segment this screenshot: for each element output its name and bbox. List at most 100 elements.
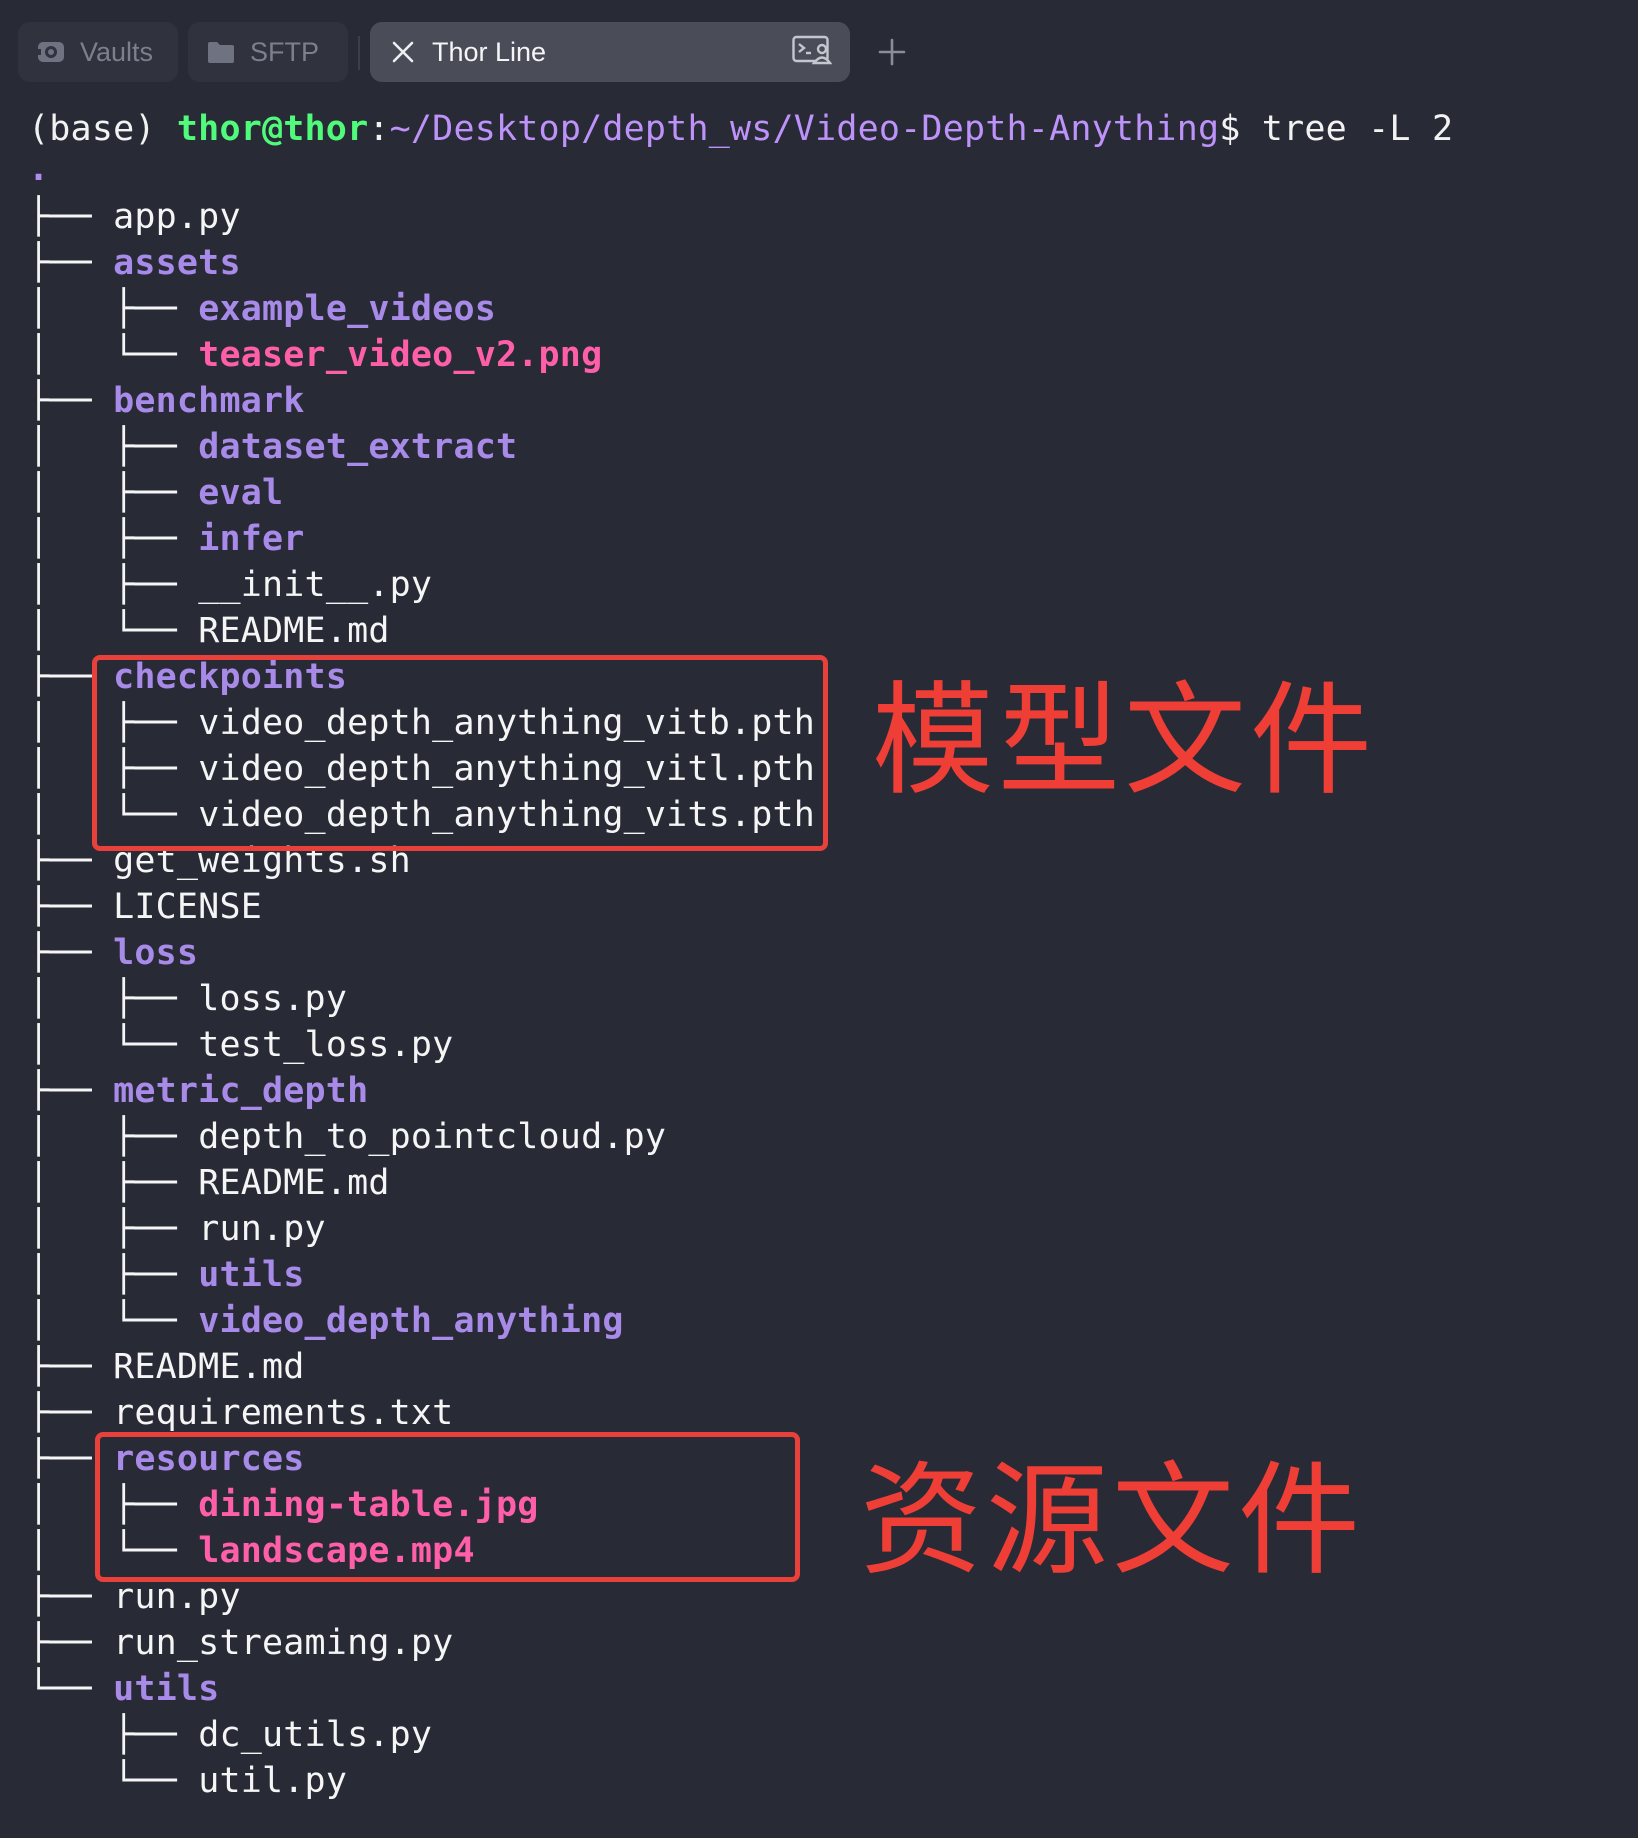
file-name: __init__.py xyxy=(198,565,433,605)
tree-branch: │ ├── xyxy=(28,979,199,1019)
tab-label: SFTP xyxy=(250,36,320,67)
tree-directory-row: ├── benchmark xyxy=(28,378,1638,424)
tree-branch: │ ├── xyxy=(28,289,199,329)
tree-branch: ├── xyxy=(28,887,114,927)
directory-name: infer xyxy=(198,519,305,559)
tree-branch: ├── xyxy=(28,197,114,237)
directory-name: metric_depth xyxy=(113,1071,369,1111)
vault-icon xyxy=(34,35,68,69)
directory-name: dataset_extract xyxy=(198,427,518,467)
tab-label: Vaults xyxy=(80,36,154,67)
prompt-separator: : xyxy=(368,109,390,149)
file-name: run.py xyxy=(198,1209,326,1249)
tab-sftp[interactable]: SFTP xyxy=(188,22,348,82)
tree-file-row: │ ├── __init__.py xyxy=(28,562,1638,608)
annotation-box-resources xyxy=(95,1432,800,1582)
tree-directory-row: │ ├── infer xyxy=(28,516,1638,562)
annotation-box-checkpoints xyxy=(92,655,828,851)
tree-file-row: ├── LICENSE xyxy=(28,884,1638,930)
tree-directory-row: ├── metric_depth xyxy=(28,1068,1638,1114)
prompt-dollar: $ xyxy=(1219,109,1241,149)
tree-branch: │ └── xyxy=(28,611,199,651)
tab-vaults[interactable]: Vaults xyxy=(18,22,178,82)
tab-thor-line[interactable]: Thor Line xyxy=(370,22,850,82)
file-name: teaser_video_v2.png xyxy=(198,335,603,375)
tab-label: Thor Line xyxy=(432,36,547,67)
tree-file-row: │ ├── run.py xyxy=(28,1206,1638,1252)
tree-branch: ├── xyxy=(28,1393,114,1433)
file-name: util.py xyxy=(198,1761,348,1801)
directory-name: example_videos xyxy=(198,289,496,329)
tab-divider xyxy=(358,36,360,70)
tree-file-row: │ └── README.md xyxy=(28,608,1638,654)
tree-directory-row: │ ├── eval xyxy=(28,470,1638,516)
file-name: test_loss.py xyxy=(198,1025,454,1065)
tree-branch: └── xyxy=(28,1761,199,1801)
tree-branch: │ ├── xyxy=(28,565,199,605)
file-name: app.py xyxy=(113,197,241,237)
tree-directory-row: ├── loss xyxy=(28,930,1638,976)
tree-directory-row: ├── assets xyxy=(28,240,1638,286)
tree-branch: ├── xyxy=(28,1715,199,1755)
tree-branch: │ ├── xyxy=(28,519,199,559)
file-name: depth_to_pointcloud.py xyxy=(198,1117,667,1157)
tree-directory-row: │ └── video_depth_anything xyxy=(28,1298,1638,1344)
tree-branch: ├── xyxy=(28,933,114,973)
tree-branch: │ └── xyxy=(28,1301,199,1341)
tree-file-row: │ ├── loss.py xyxy=(28,976,1638,1022)
tree-branch: │ ├── xyxy=(28,1255,199,1295)
annotation-label-resource-files: 资源文件 xyxy=(860,1450,1364,1592)
directory-name: utils xyxy=(113,1669,220,1709)
tree-root: . xyxy=(28,149,50,189)
terminal-user-icon xyxy=(792,34,833,73)
file-name: dc_utils.py xyxy=(198,1715,433,1755)
shell-prompt: (base) thor@thor:~/Desktop/depth_ws/Vide… xyxy=(28,104,1638,154)
directory-name: loss xyxy=(113,933,199,973)
file-name: requirements.txt xyxy=(113,1393,454,1433)
directory-name: video_depth_anything xyxy=(198,1301,624,1341)
conda-env: (base) xyxy=(28,109,177,149)
plus-icon xyxy=(878,38,906,66)
add-tab-button[interactable] xyxy=(872,30,912,74)
tree-file-row: ├── requirements.txt xyxy=(28,1390,1638,1436)
working-directory: ~/Desktop/depth_ws/Video-Depth-Anything xyxy=(389,109,1220,149)
tree-directory-row: │ ├── utils xyxy=(28,1252,1638,1298)
directory-name: utils xyxy=(198,1255,305,1295)
file-name: run_streaming.py xyxy=(113,1623,454,1663)
tree-branch: ├── xyxy=(28,1347,114,1387)
user-host: thor@thor xyxy=(176,109,369,149)
file-name: loss.py xyxy=(198,979,348,1019)
tree-file-row: │ ├── depth_to_pointcloud.py xyxy=(28,1114,1638,1160)
tree-branch: └── xyxy=(28,1669,114,1709)
tree-branch: │ ├── xyxy=(28,1209,199,1249)
tree-file-row: │ └── test_loss.py xyxy=(28,1022,1638,1068)
tree-branch: ├── xyxy=(28,381,114,421)
file-name: run.py xyxy=(113,1577,241,1617)
folder-icon xyxy=(204,35,238,69)
tree-directory-row: │ ├── dataset_extract xyxy=(28,424,1638,470)
file-name: README.md xyxy=(113,1347,305,1387)
file-name: README.md xyxy=(198,611,390,651)
tree-branch: │ ├── xyxy=(28,427,199,467)
tree-file-row: ├── dc_utils.py xyxy=(28,1712,1638,1758)
tree-branch: │ ├── xyxy=(28,1117,199,1157)
tree-branch: ├── xyxy=(28,1071,114,1111)
tree-branch: │ ├── xyxy=(28,1163,199,1203)
tree-file-row: ├── README.md xyxy=(28,1344,1638,1390)
tree-file-row: └── util.py xyxy=(28,1758,1638,1804)
file-name: README.md xyxy=(198,1163,390,1203)
tree-branch: ├── xyxy=(28,1623,114,1663)
directory-name: eval xyxy=(198,473,284,513)
tab-bar: Vaults SFTP Thor Line xyxy=(0,0,1638,104)
tree-directory-row: │ ├── example_videos xyxy=(28,286,1638,332)
tree-file-row: │ └── teaser_video_v2.png xyxy=(28,332,1638,378)
command-text: tree -L 2 xyxy=(1240,109,1454,149)
tree-file-row: ├── app.py xyxy=(28,194,1638,240)
tree-branch: │ └── xyxy=(28,1025,199,1065)
tree-branch: │ ├── xyxy=(28,473,199,513)
annotation-label-model-files: 模型文件 xyxy=(872,670,1376,812)
close-icon[interactable] xyxy=(386,35,420,69)
tree-file-row: ├── run_streaming.py xyxy=(28,1620,1638,1666)
tree-directory-row: └── utils xyxy=(28,1666,1638,1712)
tree-branch: ├── xyxy=(28,243,114,283)
